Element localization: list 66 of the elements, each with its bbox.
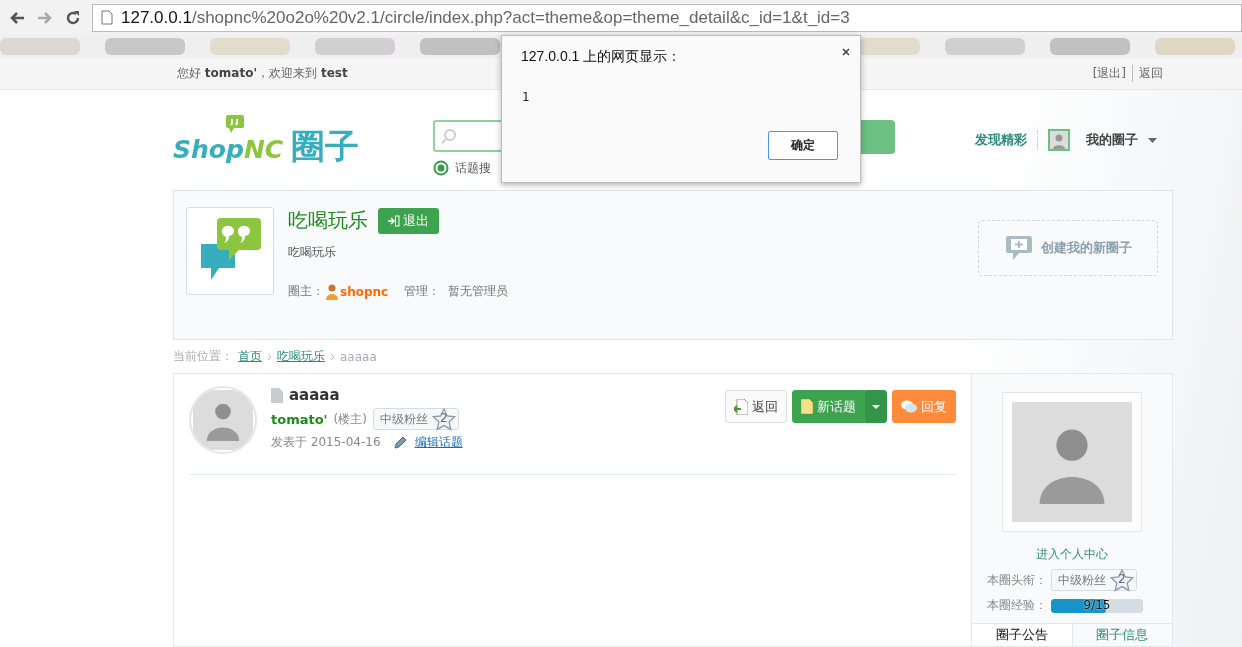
experience-label: 本圈经验：	[987, 597, 1047, 614]
address-bar[interactable]: 127.0.0.1/shopnc%20o2o%20v2.1/circle/index.php?act=theme&op=theme_detail&c_id=1&t_id=3	[92, 3, 1242, 32]
pencil-icon	[392, 435, 407, 450]
author-link[interactable]: tomato'	[271, 411, 328, 427]
search-icon	[441, 127, 457, 144]
back-button[interactable]: 返回	[725, 390, 787, 423]
edit-topic-link[interactable]: 编辑话题	[414, 434, 463, 451]
profile-link[interactable]: 进入个人中心	[1036, 546, 1108, 563]
person-icon	[193, 390, 253, 450]
caret-icon	[872, 404, 880, 409]
quote-icon	[225, 115, 245, 133]
person-icon	[1050, 131, 1068, 149]
reload-icon	[64, 8, 82, 27]
circle-description: 吃喝玩乐	[288, 244, 337, 261]
quit-button[interactable]: 退出	[378, 207, 439, 234]
breadcrumb-item[interactable]: 首页	[238, 348, 262, 365]
new-topic-button[interactable]: 新话题	[792, 390, 865, 423]
document-icon	[801, 399, 813, 414]
speech-bubble-icon	[901, 399, 917, 414]
page-arrow-icon	[734, 398, 748, 415]
level-number: 2	[1118, 571, 1126, 586]
sidebar-tab[interactable]: 圈子公告	[972, 624, 1072, 646]
my-circle-menu[interactable]: 我的圈子	[1086, 131, 1138, 149]
top-link[interactable]: [退出]	[1092, 65, 1126, 82]
document-icon	[271, 387, 283, 403]
level-number: 2	[439, 410, 448, 425]
dropdown-button[interactable]	[865, 390, 887, 423]
author-avatar[interactable]	[189, 386, 257, 454]
dialog-title: 127.0.0.1 上的网页显示：	[521, 48, 682, 66]
circle-name: 吃喝玩乐	[288, 207, 368, 234]
forward-icon	[36, 9, 54, 26]
ok-button[interactable]: 确定	[768, 131, 838, 160]
dialog-message: 1	[521, 89, 531, 104]
search-option[interactable]: 话题搜	[455, 159, 491, 177]
logo[interactable]: ShopNC 圈子	[173, 115, 433, 165]
title-label: 本圈头衔：	[987, 571, 1047, 589]
topic-title: aaaaa	[289, 386, 340, 404]
nav-link[interactable]: 发现精彩	[975, 131, 1027, 149]
breadcrumb-item: aaaaa	[340, 349, 377, 364]
user-icon	[326, 283, 338, 300]
caret-icon	[1148, 137, 1157, 143]
owner-label: 圈主：	[288, 283, 324, 300]
post-date: 发表于 2015-04-16	[271, 434, 381, 451]
greeting-text: 您好 tomato'，欢迎来到 test	[177, 65, 348, 82]
logo-text: ShopNC 圈子	[173, 131, 360, 165]
breadcrumb-item[interactable]: 吃喝玩乐	[277, 348, 325, 365]
reply-button[interactable]: 回复	[892, 390, 956, 423]
create-circle-button[interactable]: 创建我的新圈子	[978, 220, 1158, 276]
top-link[interactable]: 返回	[1132, 65, 1163, 82]
url-text: 127.0.0.1/shopnc%20o2o%20v2.1/circle/index.php?act=theme&op=theme_detail&c_id=1&t_id=3	[121, 7, 850, 28]
breadcrumb-label: 当前位置：	[173, 348, 233, 365]
exit-icon	[388, 214, 400, 227]
avatar[interactable]	[1048, 129, 1070, 151]
page-icon	[101, 10, 113, 25]
admin-label: 管理：	[404, 283, 441, 300]
chevron-icon	[267, 352, 272, 361]
admin-text: 暂无管理员	[448, 283, 509, 300]
radio-button[interactable]	[433, 160, 449, 176]
chat-plus-icon	[1004, 235, 1033, 261]
author-role: (楼主)	[333, 410, 367, 428]
back-icon	[8, 9, 26, 26]
rank-text: 中级粉丝	[1058, 571, 1106, 589]
close-icon[interactable]	[842, 48, 850, 56]
chevron-icon	[330, 352, 335, 361]
rank-text: 中级粉丝	[379, 410, 428, 428]
owner-link[interactable]: shopnc	[340, 284, 389, 299]
